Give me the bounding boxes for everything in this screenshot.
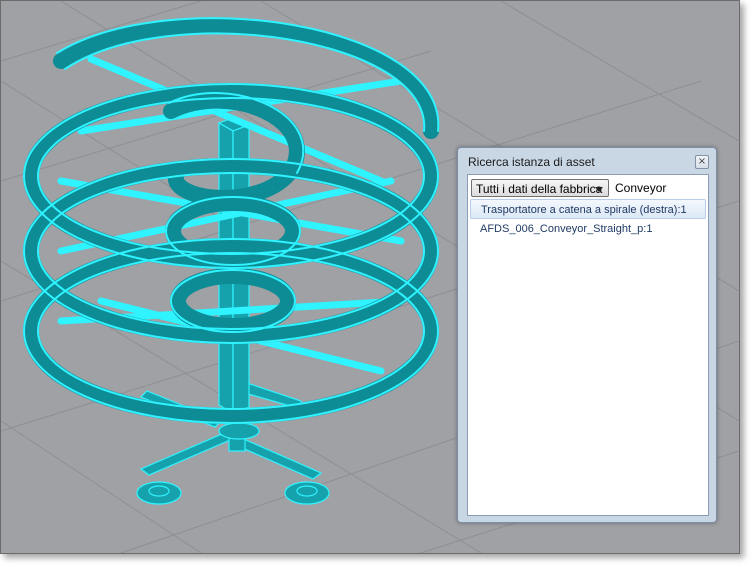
scope-dropdown-label: Tutti i dati della fabbrica — [476, 182, 603, 196]
panel-title: Ricerca istanza di asset — [468, 155, 595, 169]
list-item[interactable]: Trasportatore a catena a spirale (destra… — [470, 199, 706, 219]
panel-body: Tutti i dati della fabbrica Trasportator… — [467, 174, 709, 516]
search-input[interactable] — [613, 179, 707, 197]
asset-instance-search-panel: Ricerca istanza di asset × Tutti i dati … — [457, 147, 717, 523]
close-icon[interactable]: × — [695, 155, 709, 169]
scope-dropdown[interactable]: Tutti i dati della fabbrica — [471, 179, 609, 197]
chevron-down-icon — [595, 187, 603, 192]
results-list: Trasportatore a catena a spirale (destra… — [470, 199, 706, 239]
list-item[interactable]: AFDS_006_Conveyor_Straight_p:1 — [470, 219, 706, 239]
